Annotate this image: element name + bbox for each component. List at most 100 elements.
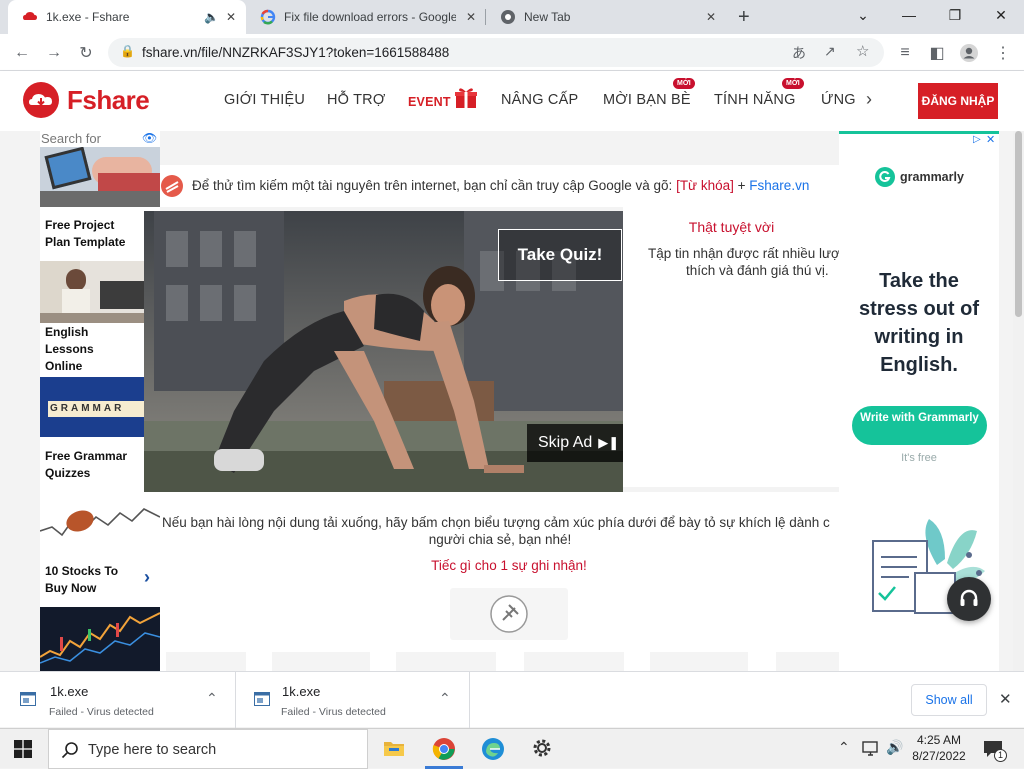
write-with-grammarly-button[interactable]: Write with Grammarly — [852, 406, 987, 445]
ad-eye-icon[interactable]: 👁 — [142, 131, 157, 145]
scrollbar-thumb[interactable] — [1015, 131, 1022, 317]
show-all-button[interactable]: Show all — [911, 684, 987, 716]
ad-chevron-icon[interactable]: › — [144, 567, 150, 588]
tab-title: New Tab — [524, 10, 571, 24]
ad-image-tablet[interactable] — [40, 147, 160, 207]
ad-image-grammar[interactable]: GRAMMAR — [40, 377, 160, 437]
settings-gear-icon[interactable] — [531, 737, 553, 759]
emoji-option[interactable] — [272, 652, 370, 671]
reading-list-icon[interactable]: ≡ — [893, 41, 917, 65]
video-ad[interactable]: Take Quiz! Skip Ad ▶❚ — [144, 211, 623, 492]
reload-icon[interactable]: ↻ — [74, 41, 98, 65]
bookmark-star-icon[interactable]: ☆ — [856, 42, 869, 60]
nav-gioi-thieu[interactable]: GIỚI THIỆU — [224, 92, 305, 108]
emoji-box[interactable] — [450, 588, 568, 640]
rating-summary-panel: Thật tuyệt vời Tập tin nhận được rất nhi… — [623, 207, 840, 487]
ad-card[interactable]: Free Grammar Quizzes › — [40, 437, 160, 491]
download-chevron-up-icon[interactable]: ⌃ — [206, 690, 218, 707]
tray-chevron-up-icon[interactable]: ⌃ — [838, 739, 850, 756]
tab-fshare[interactable]: 1k.exe - Fshare 🔈 ✕ — [8, 0, 246, 34]
fshare-cloud-icon — [23, 82, 59, 118]
edge-icon[interactable] — [481, 737, 505, 761]
feedback-cta: Tiếc gì cho 1 sự ghi nhận! — [431, 558, 587, 573]
new-tab-plus-icon[interactable]: + — [738, 6, 750, 29]
emoji-option[interactable] — [166, 652, 246, 671]
skip-next-icon: ▶❚ — [598, 435, 620, 450]
tab-close-icon[interactable]: ✕ — [706, 10, 716, 24]
feedback-line1: Nếu bạn hài lòng nội dung tải xuống, hãy… — [162, 515, 830, 530]
emoji-option[interactable] — [524, 652, 624, 671]
grammarly-ad[interactable]: ▷ ✕ grammarly Take the stress out of wri… — [839, 131, 999, 671]
page-scrollbar[interactable] — [1013, 131, 1024, 671]
ad-image-stocks[interactable] — [40, 491, 160, 553]
gift-icon — [455, 88, 477, 108]
back-arrow-icon[interactable]: ← — [10, 41, 34, 65]
audio-icon[interactable]: 🔈 — [204, 10, 219, 24]
chrome-taskbar-icon[interactable] — [432, 737, 456, 761]
fshare-logo[interactable]: Fshare — [22, 81, 150, 119]
ad-card[interactable]: English Lessons Online › — [40, 323, 160, 377]
nav-ung[interactable]: ỨNG — [821, 92, 856, 108]
profile-avatar-icon[interactable] — [957, 41, 981, 65]
restore-icon[interactable]: ❐ — [932, 0, 978, 30]
emoji-option[interactable] — [650, 652, 748, 671]
nav-ho-tro[interactable]: HỖ TRỢ — [327, 92, 385, 108]
download-item[interactable]: 1k.exe Failed - Virus detected ⌃ — [236, 672, 470, 728]
nav-next-chevron-icon[interactable]: › — [866, 89, 872, 110]
side-panel-icon[interactable]: ◧ — [925, 41, 949, 65]
skip-ad-label: Skip Ad — [538, 434, 593, 451]
nav-event[interactable]: EVENT — [408, 95, 451, 109]
downloads-close-icon[interactable]: ✕ — [999, 690, 1012, 708]
tab-close-icon[interactable]: ✕ — [226, 10, 236, 24]
fshare-link[interactable]: Fshare.vn — [749, 178, 809, 193]
ad-image-chart[interactable] — [40, 607, 160, 671]
clock[interactable]: 4:25 AM 8/27/2022 — [906, 732, 972, 764]
nav-tinh-nang[interactable]: TÍNH NĂNG — [714, 92, 796, 108]
adchoices-icon[interactable]: ▷ — [973, 134, 981, 145]
minimize-icon[interactable]: — — [886, 0, 932, 30]
ad-close-icon[interactable]: ✕ — [986, 133, 995, 146]
tab-search-chevron-icon[interactable]: ⌄ — [840, 0, 886, 30]
url-text: fshare.vn/file/NNZRKAF3SJY1?token=166158… — [142, 45, 450, 60]
menu-kebab-icon[interactable]: ⋮ — [991, 41, 1015, 65]
ad-card[interactable]: Free Project Plan Template › — [40, 207, 160, 261]
take-quiz-button[interactable]: Take Quiz! — [498, 229, 622, 281]
network-icon[interactable] — [862, 741, 880, 757]
lock-icon[interactable]: 🔒 — [120, 44, 135, 58]
logo-text: Fshare — [67, 84, 150, 115]
emoji-option[interactable] — [396, 652, 496, 671]
support-chat-button[interactable] — [947, 577, 991, 621]
tab-new[interactable]: New Tab ✕ — [486, 0, 726, 34]
download-status: Failed - Virus detected — [281, 706, 386, 718]
file-explorer-icon[interactable] — [383, 738, 405, 758]
ad-search-bar[interactable]: Search for 👁 — [40, 131, 160, 147]
taskbar-search-box[interactable]: Type here to search — [48, 729, 368, 769]
feedback-section: Nếu bạn hài lòng nội dung tải xuống, hãy… — [160, 492, 874, 671]
ad-image-student[interactable] — [40, 261, 160, 323]
windows-start-icon[interactable] — [14, 740, 32, 758]
ad-search-input[interactable]: Search for — [41, 131, 101, 146]
translate-icon[interactable]: あ — [792, 43, 806, 63]
login-button[interactable]: ĐĂNG NHẬP — [918, 83, 998, 119]
tab-google[interactable]: Fix file download errors - Google ✕ — [246, 0, 486, 34]
window-close-icon[interactable]: ✕ — [978, 0, 1024, 30]
skip-ad-button[interactable]: Skip Ad ▶❚ — [527, 424, 623, 462]
ad-title: Free Project Plan Template — [45, 218, 126, 249]
search-icon — [61, 742, 78, 759]
nav-moi-ban-be[interactable]: MỜI BẠN BÈ — [603, 92, 691, 108]
share-icon[interactable]: ↗ — [824, 43, 836, 60]
grammarly-free-text: It's free — [901, 452, 937, 464]
fshare-favicon-icon — [23, 12, 37, 20]
download-chevron-up-icon[interactable]: ⌃ — [439, 690, 451, 707]
volume-icon[interactable]: 🔊 — [886, 739, 903, 756]
forward-arrow-icon[interactable]: → — [42, 41, 66, 65]
ad-card[interactable]: 10 Stocks To Buy Now › — [40, 553, 160, 607]
address-bar[interactable]: 🔒 fshare.vn/file/NNZRKAF3SJY1?token=1661… — [108, 38, 884, 67]
candlestick-graphic — [40, 612, 160, 664]
tab-close-icon[interactable]: ✕ — [466, 10, 476, 24]
ad-title: 10 Stocks To Buy Now — [45, 564, 119, 595]
download-item[interactable]: 1k.exe Failed - Virus detected ⌃ — [0, 672, 236, 728]
nav-nang-cap[interactable]: NÂNG CẤP — [501, 92, 578, 108]
rating-text-line2: thích và đánh giá thú vị. — [686, 263, 829, 278]
info-banner: Để thử tìm kiếm một tài nguyên trên inte… — [160, 165, 840, 207]
